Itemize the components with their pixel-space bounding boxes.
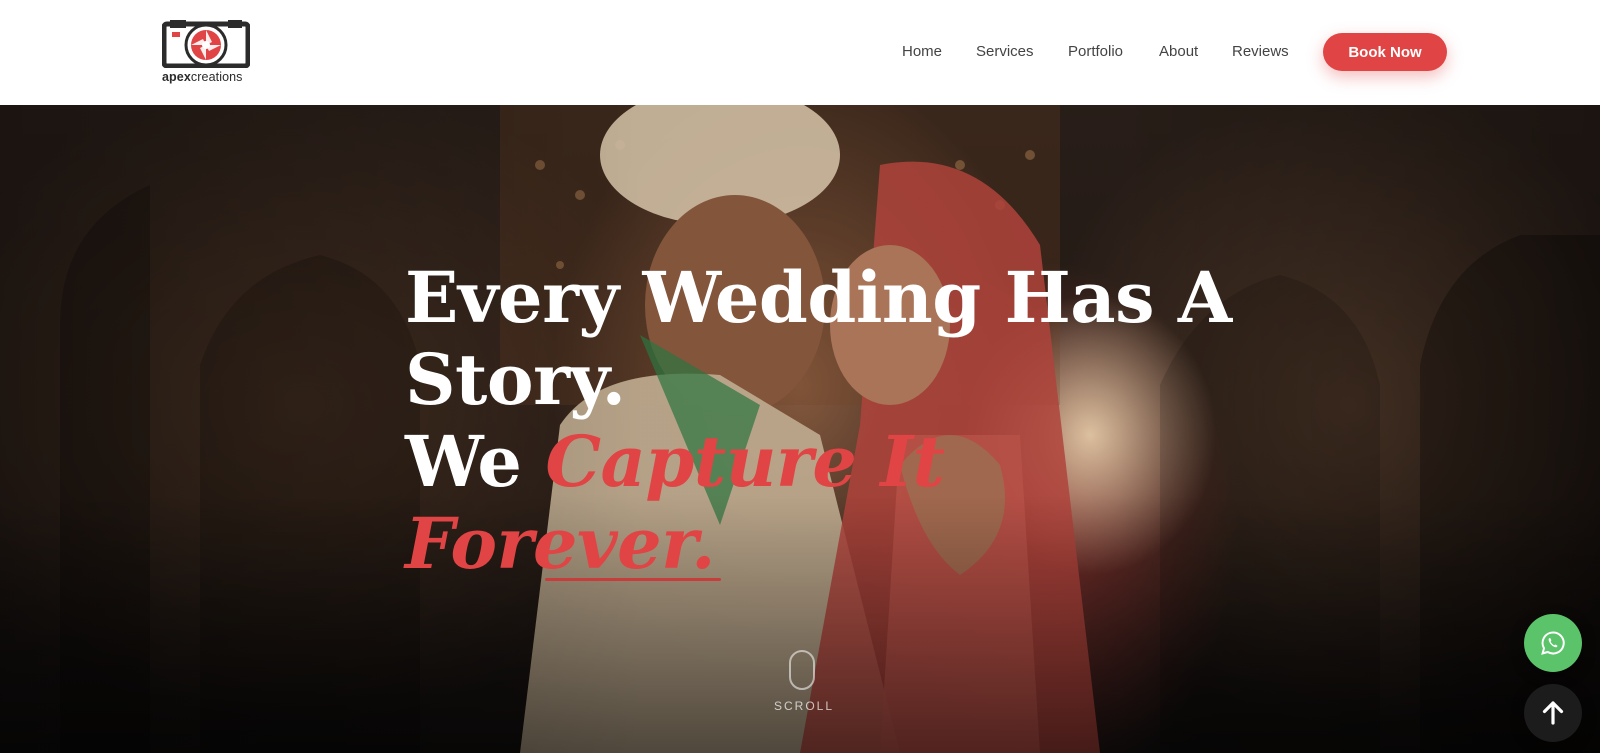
scroll-label: SCROLL [774,699,835,713]
nav-about[interactable]: About [1159,43,1198,60]
headline-line-3: We Capture It [405,421,1305,503]
nav-home[interactable]: Home [902,43,942,60]
nav-portfolio[interactable]: Portfolio [1068,43,1123,60]
hero-headline: Every Wedding Has A Story. We Capture It… [405,257,1305,585]
back-to-top-button[interactable] [1524,684,1582,742]
headline-accent-capture: Capture It [545,420,945,503]
headline-line-4: Forever. [405,503,1305,585]
headline-accent-forever: Forever. [405,502,716,585]
whatsapp-icon [1541,631,1565,655]
hero-section: Every Wedding Has A Story. We Capture It… [0,105,1600,753]
scroll-indicator[interactable]: SCROLL [774,650,835,720]
headline-line-1: Every Wedding Has A [405,256,1232,339]
headline-plain-we: We [405,420,546,503]
nav-services[interactable]: Services [976,43,1034,60]
main-nav: Home Services Portfolio About Reviews Bo… [0,0,1600,105]
book-now-button[interactable]: Book Now [1323,33,1447,71]
whatsapp-button[interactable] [1524,614,1582,672]
nav-reviews[interactable]: Reviews [1232,43,1289,60]
arrow-up-icon [1542,701,1564,725]
mouse-icon [789,650,815,690]
headline-line-2: Story. [405,338,626,421]
forever-underline [545,578,721,581]
site-header: apexcreations Home Services Portfolio Ab… [0,0,1600,105]
